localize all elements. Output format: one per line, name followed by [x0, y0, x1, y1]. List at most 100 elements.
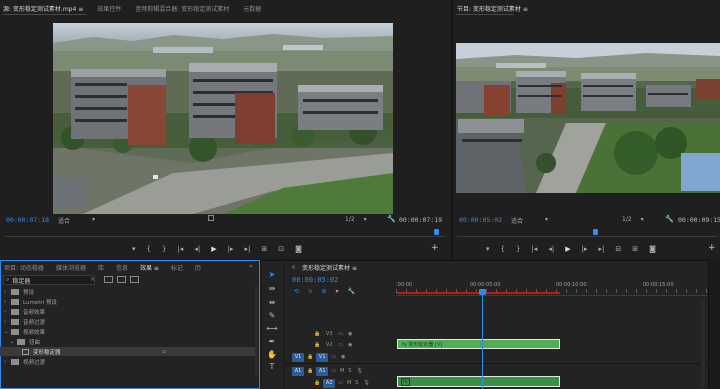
- mute-icon[interactable]: M: [347, 380, 351, 386]
- mark-in-button[interactable]: {: [501, 245, 505, 253]
- lock-icon[interactable]: 🔒: [314, 342, 320, 348]
- tree-item-lumetri-presets[interactable]: › Lumetri 预设: [0, 297, 258, 306]
- source-video-frame[interactable]: [53, 23, 393, 214]
- type-tool-icon[interactable]: T: [266, 360, 278, 372]
- program-resolution-dropdown[interactable]: 1/2 ▾: [622, 216, 644, 223]
- source-patch-a2[interactable]: [292, 379, 304, 388]
- solo-icon[interactable]: S: [355, 380, 358, 386]
- tab-audio-clip-mixer[interactable]: 音频剪辑混合器: 变形稳定测试素材: [135, 4, 229, 13]
- tab-markers[interactable]: 标记: [171, 263, 183, 272]
- eye-icon[interactable]: ◉: [348, 331, 352, 337]
- marker-icon[interactable]: ▾: [486, 245, 490, 253]
- yuv-effects-icon[interactable]: [130, 276, 139, 283]
- play-button[interactable]: ▶: [565, 245, 570, 253]
- mute-icon[interactable]: M: [340, 368, 344, 374]
- snap-icon[interactable]: ∩: [308, 288, 312, 295]
- timeline-playhead-line[interactable]: [482, 295, 483, 389]
- clear-search-icon[interactable]: ×: [90, 276, 95, 283]
- lock-icon[interactable]: 🔒: [307, 354, 313, 360]
- audio-clip[interactable]: fx: [397, 376, 560, 387]
- accelerated-effects-icon[interactable]: [104, 276, 113, 283]
- extract-button[interactable]: ⊞: [632, 245, 638, 253]
- sync-lock-icon[interactable]: ▭: [338, 331, 343, 337]
- sync-lock-icon[interactable]: ▭: [331, 368, 336, 374]
- tab-sequence[interactable]: 变形稳定测试素材 ≡: [302, 263, 357, 272]
- add-marker-icon[interactable]: ▾: [335, 288, 338, 295]
- tab-project[interactable]: 项目: 动态稳器: [4, 263, 44, 272]
- track-label-v3[interactable]: V3: [323, 330, 335, 339]
- tab-effect-controls[interactable]: 效果控件: [97, 4, 121, 13]
- tab-history[interactable]: 历: [195, 263, 201, 272]
- selection-tool-icon[interactable]: ➤: [266, 268, 278, 280]
- tree-item-video-effects[interactable]: ⌄ 视频效果: [0, 327, 258, 336]
- tree-item-distort[interactable]: ⌄ 扭曲: [0, 337, 258, 346]
- marker-icon[interactable]: ▾: [132, 245, 136, 253]
- source-scrub-bar[interactable]: [5, 236, 445, 239]
- go-to-in-button[interactable]: |◂: [177, 245, 183, 253]
- track-label-v1[interactable]: V1: [316, 352, 329, 362]
- source-patch-a1[interactable]: A1: [292, 366, 304, 376]
- wrench-icon[interactable]: 🔧: [665, 215, 674, 223]
- source-patch-v2[interactable]: [292, 341, 304, 350]
- tree-item-audio-transitions[interactable]: › 音频过渡: [0, 317, 258, 326]
- go-to-in-button[interactable]: |◂: [531, 245, 537, 253]
- track-label-v2[interactable]: V2: [323, 341, 335, 350]
- eye-icon[interactable]: ◉: [341, 354, 345, 360]
- tab-media-browser[interactable]: 媒体浏览器: [56, 263, 86, 272]
- timeline-vertical-scrollbar[interactable]: [701, 300, 705, 386]
- lock-icon[interactable]: 🔒: [314, 380, 320, 386]
- mic-icon[interactable]: 🎙: [356, 368, 362, 374]
- wrench-icon[interactable]: 🔧: [387, 215, 396, 223]
- razor-tool-icon[interactable]: ✎: [266, 309, 278, 321]
- tree-item-presets[interactable]: › 预设: [0, 287, 258, 296]
- nest-icon[interactable]: ⟲: [294, 288, 299, 295]
- video-clip[interactable]: fx 变形稳定器 [V]: [397, 339, 560, 349]
- camera-icon[interactable]: ◙: [649, 245, 656, 253]
- track-label-a1[interactable]: A1: [316, 366, 329, 376]
- mark-in-button[interactable]: {: [147, 245, 151, 253]
- tab-program[interactable]: 节目: 变形稳定测试素材 ≡: [457, 4, 528, 13]
- hand-tool-icon[interactable]: ✋: [266, 348, 278, 360]
- panel-overflow-icon[interactable]: »: [249, 263, 253, 270]
- slip-tool-icon[interactable]: ⟷: [266, 322, 278, 334]
- tab-effects[interactable]: 效果 ≡: [140, 263, 159, 272]
- overwrite-button[interactable]: ⊡: [278, 245, 284, 253]
- source-patch-v1[interactable]: V1: [292, 352, 304, 362]
- tab-libraries[interactable]: 库: [98, 263, 104, 272]
- solo-icon[interactable]: S: [348, 368, 351, 374]
- step-forward-button[interactable]: |▸: [228, 245, 234, 253]
- sync-lock-icon[interactable]: ▭: [331, 354, 336, 360]
- wrench-icon[interactable]: 🔧: [347, 288, 354, 295]
- step-back-button[interactable]: ◂|: [194, 245, 200, 253]
- source-patch-v3[interactable]: [292, 330, 304, 339]
- source-add-button[interactable]: +: [431, 243, 439, 253]
- play-button[interactable]: ▶: [211, 245, 216, 253]
- program-add-button[interactable]: +: [708, 243, 716, 253]
- tab-source[interactable]: 源: 变形稳定测试素材.mp4 ≡: [3, 4, 83, 13]
- lock-icon[interactable]: 🔒: [314, 331, 320, 337]
- source-fit-dropdown[interactable]: 适合 ▾: [58, 216, 98, 225]
- pen-tool-icon[interactable]: ✒: [266, 335, 278, 347]
- lock-icon[interactable]: 🔒: [307, 368, 313, 374]
- source-playhead[interactable]: [434, 229, 439, 235]
- ripple-edit-tool-icon[interactable]: ⇹: [266, 296, 278, 308]
- program-playhead[interactable]: [593, 229, 598, 235]
- sync-lock-icon[interactable]: ▭: [338, 380, 343, 386]
- lift-button[interactable]: ⊟: [615, 245, 621, 253]
- camera-icon[interactable]: ◙: [295, 245, 302, 253]
- step-back-button[interactable]: ◂|: [548, 245, 554, 253]
- eye-icon[interactable]: ◉: [348, 342, 352, 348]
- mark-out-button[interactable]: }: [516, 245, 520, 253]
- mic-icon[interactable]: 🎙: [363, 380, 369, 386]
- tree-item-warp-stabilizer[interactable]: 变形稳定器 ▫: [0, 347, 258, 356]
- go-to-out-button[interactable]: ▸|: [244, 245, 250, 253]
- track-label-a2[interactable]: A2: [323, 378, 336, 388]
- tab-info[interactable]: 信息: [116, 263, 128, 272]
- tree-item-video-transitions[interactable]: › 视频过渡: [0, 357, 258, 366]
- sync-lock-icon[interactable]: ▭: [338, 342, 343, 348]
- go-to-out-button[interactable]: ▸|: [598, 245, 604, 253]
- program-current-timecode[interactable]: 00:00:05:02: [459, 216, 502, 224]
- program-video-frame[interactable]: [456, 43, 720, 193]
- step-forward-button[interactable]: |▸: [582, 245, 588, 253]
- program-scrub-bar[interactable]: [457, 236, 717, 239]
